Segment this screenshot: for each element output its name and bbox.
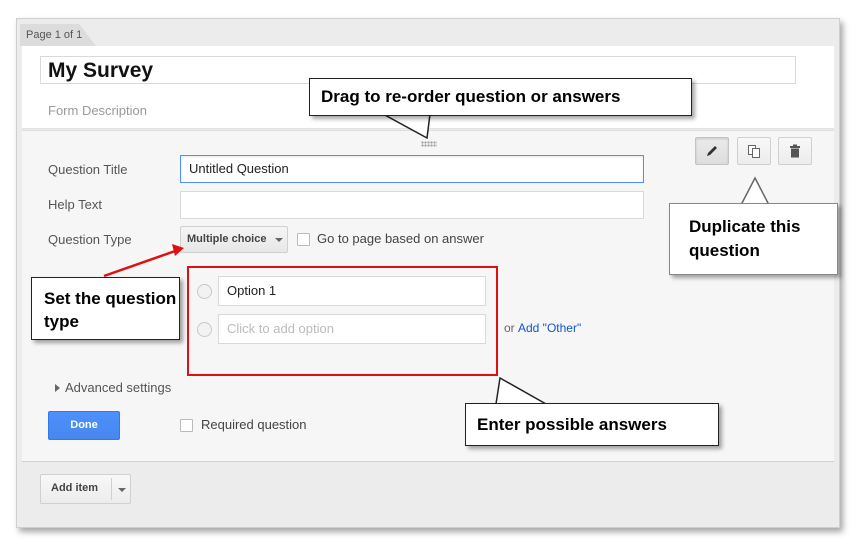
answers-callout-text: Enter possible answers [477, 415, 667, 434]
duplicate-callout-pointer [739, 176, 771, 206]
duplicate-callout-text: Duplicate this question [689, 217, 801, 260]
drag-callout: Drag to re-order question or answers [309, 78, 692, 116]
drag-callout-text: Drag to re-order question or answers [321, 87, 621, 106]
red-arrow-head [172, 244, 184, 256]
red-arrow-line [103, 248, 179, 278]
answers-callout: Enter possible answers [465, 403, 719, 446]
type-callout-text: Set the question type [44, 289, 177, 331]
answers-callout-pointer [495, 376, 549, 405]
drag-callout-pointer [382, 113, 431, 140]
duplicate-callout: Duplicate this question [669, 203, 838, 275]
type-callout: Set the question type [31, 277, 180, 340]
